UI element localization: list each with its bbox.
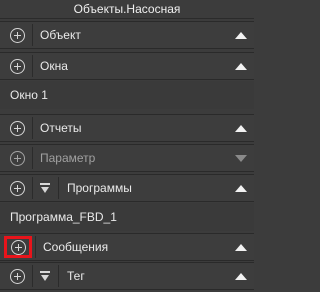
section-object[interactable]: Объект [0,21,254,49]
section-label: Отчеты [40,121,82,135]
section-label: Объект [40,28,81,42]
add-icon[interactable] [10,58,25,74]
filter-icon[interactable] [40,270,50,282]
expand-arrow-icon[interactable] [235,154,247,162]
divider [32,177,33,199]
list-item-window[interactable]: Окно 1 [0,81,254,109]
divider [58,177,59,199]
divider [32,265,33,287]
add-icon[interactable] [10,180,25,196]
divider [32,147,33,169]
section-label: Окна [40,59,68,73]
add-icon[interactable] [10,27,25,43]
collapse-arrow-icon[interactable] [235,184,247,192]
section-label: Тег [67,269,85,283]
divider [32,24,33,46]
section-windows[interactable]: Окна [0,52,254,80]
divider [35,236,36,258]
section-label: Сообщения [43,240,109,254]
item-label: Программа_FBD_1 [10,210,117,224]
add-icon[interactable] [10,120,25,136]
collapse-arrow-icon[interactable] [235,243,247,251]
section-programs[interactable]: Программы [0,174,254,202]
divider [32,117,33,139]
list-item-program[interactable]: Программа_FBD_1 [0,203,254,231]
highlight-frame [4,236,32,258]
add-icon[interactable] [10,150,25,166]
section-label: Программы [67,181,132,195]
collapse-arrow-icon[interactable] [235,31,247,39]
divider [32,55,33,77]
section-reports[interactable]: Отчеты [0,114,254,142]
filter-icon[interactable] [40,182,50,194]
collapse-arrow-icon[interactable] [235,124,247,132]
section-messages[interactable]: Сообщения [0,233,254,261]
item-label: Окно 1 [10,88,48,102]
collapse-arrow-icon[interactable] [235,62,247,70]
divider [58,265,59,287]
section-tag[interactable]: Тег [0,262,254,290]
add-icon[interactable] [10,239,26,255]
section-parameter[interactable]: Параметр [0,144,254,172]
add-icon[interactable] [10,268,25,284]
panel-title: Объекты.Насосная [0,0,254,19]
collapse-arrow-icon[interactable] [235,272,247,280]
section-label: Параметр [40,151,96,165]
